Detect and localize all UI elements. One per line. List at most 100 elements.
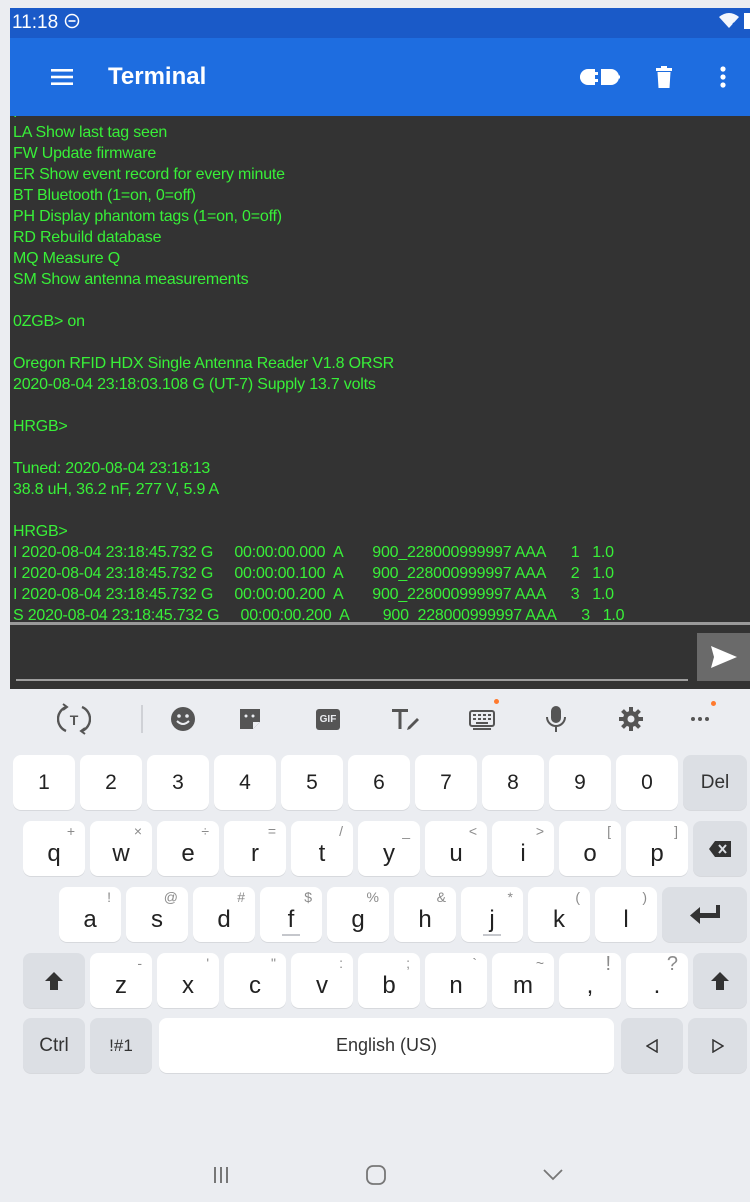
key-label: i bbox=[520, 839, 526, 867]
key-3[interactable]: 3 bbox=[147, 755, 209, 810]
key-s[interactable]: @ s bbox=[126, 887, 188, 942]
app-bar: Terminal bbox=[10, 38, 750, 116]
shift-key-right[interactable] bbox=[693, 953, 747, 1008]
enter-key[interactable] bbox=[662, 887, 747, 942]
backspace-key[interactable] bbox=[693, 821, 747, 876]
send-button[interactable] bbox=[697, 633, 750, 681]
cursor-left-key[interactable] bbox=[621, 1018, 683, 1073]
key-q[interactable]: + q bbox=[23, 821, 85, 876]
key-e[interactable]: ÷ e bbox=[157, 821, 219, 876]
key-label: w bbox=[112, 839, 130, 867]
key-x[interactable]: ' x bbox=[157, 953, 219, 1008]
keyboard-layout-button[interactable] bbox=[462, 699, 502, 739]
key-hint: & bbox=[436, 889, 446, 905]
key-period[interactable]: ?. bbox=[626, 953, 688, 1008]
key-hint: ; bbox=[406, 955, 410, 971]
key-w[interactable]: × w bbox=[90, 821, 152, 876]
key-6[interactable]: 6 bbox=[348, 755, 410, 810]
key-label: n bbox=[449, 971, 463, 999]
connection-icon bbox=[580, 69, 620, 85]
key-o[interactable]: [o bbox=[559, 821, 621, 876]
more-vert-icon bbox=[720, 66, 726, 88]
key-label: m bbox=[513, 971, 533, 999]
voice-input-button[interactable] bbox=[536, 699, 576, 739]
sticker-button[interactable] bbox=[230, 699, 270, 739]
key-5[interactable]: 5 bbox=[281, 755, 343, 810]
terminal-line: PH Display phantom tags (1=on, 0=off) bbox=[13, 208, 282, 225]
space-key[interactable]: English (US) bbox=[159, 1018, 614, 1073]
nav-back-button[interactable] bbox=[523, 1155, 583, 1195]
key-hint: ! bbox=[605, 953, 611, 975]
connection-button[interactable] bbox=[568, 45, 632, 109]
key-h[interactable]: & h bbox=[394, 887, 456, 942]
keyboard-settings-button[interactable] bbox=[611, 699, 651, 739]
nav-recents-button[interactable] bbox=[191, 1155, 251, 1195]
dnd-icon bbox=[64, 13, 80, 34]
terminal-line: BT Bluetooth (1=on, 0=off) bbox=[13, 187, 196, 204]
key-label: a bbox=[83, 905, 97, 933]
app-title: Terminal bbox=[108, 63, 207, 90]
more-options-button[interactable] bbox=[696, 45, 750, 109]
key-label: 4 bbox=[239, 770, 251, 794]
key-label: 6 bbox=[373, 770, 385, 794]
key-hint: ` bbox=[472, 955, 477, 971]
key-l[interactable]: ) l bbox=[595, 887, 657, 942]
emoji-button[interactable] bbox=[163, 699, 203, 739]
key-g[interactable]: % g bbox=[327, 887, 389, 942]
key-hint: % bbox=[366, 889, 379, 905]
key-f[interactable]: $ f bbox=[260, 887, 322, 942]
terminal-output[interactable]: . LA Show last tag seen FW Update firmwa… bbox=[10, 116, 750, 622]
symbols-key[interactable]: !#1 bbox=[90, 1018, 152, 1073]
more-tools-button[interactable] bbox=[680, 699, 720, 739]
key-hint: ~ bbox=[535, 955, 544, 971]
key-i[interactable]: > i bbox=[492, 821, 554, 876]
key-y[interactable]: _ y bbox=[358, 821, 420, 876]
key-1[interactable]: 1 bbox=[13, 755, 75, 810]
key-p[interactable]: ] p bbox=[626, 821, 688, 876]
key-m[interactable]: ~ m bbox=[492, 953, 554, 1008]
key-7[interactable]: 7 bbox=[415, 755, 477, 810]
key-4[interactable]: 4 bbox=[214, 755, 276, 810]
command-input[interactable] bbox=[18, 637, 686, 677]
key-0[interactable]: 0 bbox=[616, 755, 678, 810]
gif-button[interactable]: GIF bbox=[308, 699, 348, 739]
key-2[interactable]: 2 bbox=[80, 755, 142, 810]
key-c[interactable]: " c bbox=[224, 953, 286, 1008]
key-z[interactable]: -z bbox=[90, 953, 152, 1008]
key-n[interactable]: ` n bbox=[425, 953, 487, 1008]
key-9[interactable]: 9 bbox=[549, 755, 611, 810]
delete-key[interactable]: Del bbox=[683, 755, 747, 810]
key-u[interactable]: < u bbox=[425, 821, 487, 876]
key-t[interactable]: / t bbox=[291, 821, 353, 876]
terminal-line: HRGB> bbox=[13, 523, 68, 540]
delete-button[interactable] bbox=[632, 45, 696, 109]
key-label: h bbox=[418, 905, 432, 933]
shift-key-left[interactable] bbox=[23, 953, 85, 1008]
key-a[interactable]: ! a bbox=[59, 887, 121, 942]
key-label: g bbox=[351, 905, 365, 933]
key-v[interactable]: :v bbox=[291, 953, 353, 1008]
key-comma[interactable]: !, bbox=[559, 953, 621, 1008]
terminal-line: Oregon RFID HDX Single Antenna Reader V1… bbox=[13, 355, 395, 372]
cursor-right-key[interactable] bbox=[688, 1018, 747, 1073]
badge-dot bbox=[494, 699, 499, 704]
key-d[interactable]: # d bbox=[193, 887, 255, 942]
key-j[interactable]: * j bbox=[461, 887, 523, 942]
shift-icon bbox=[711, 971, 729, 990]
terminal-line: I 2020-08-04 23:18:45.732 G 00:00:00.200… bbox=[13, 586, 614, 603]
terminal-line: 2020-08-04 23:18:03.108 G (UT-7) Supply … bbox=[13, 376, 376, 393]
key-r[interactable]: = r bbox=[224, 821, 286, 876]
key-label: z bbox=[115, 971, 127, 999]
nav-home-button[interactable] bbox=[346, 1155, 406, 1195]
ctrl-key[interactable]: Ctrl bbox=[23, 1018, 85, 1073]
key-label: y bbox=[383, 839, 395, 867]
key-k[interactable]: (k bbox=[528, 887, 590, 942]
key-hint: = bbox=[267, 823, 276, 839]
translate-button[interactable]: T bbox=[54, 699, 94, 739]
text-style-button[interactable] bbox=[385, 699, 425, 739]
key-label: , bbox=[586, 971, 594, 999]
menu-button[interactable] bbox=[32, 47, 92, 107]
key-b[interactable]: ; b bbox=[358, 953, 420, 1008]
key-8[interactable]: 8 bbox=[482, 755, 544, 810]
